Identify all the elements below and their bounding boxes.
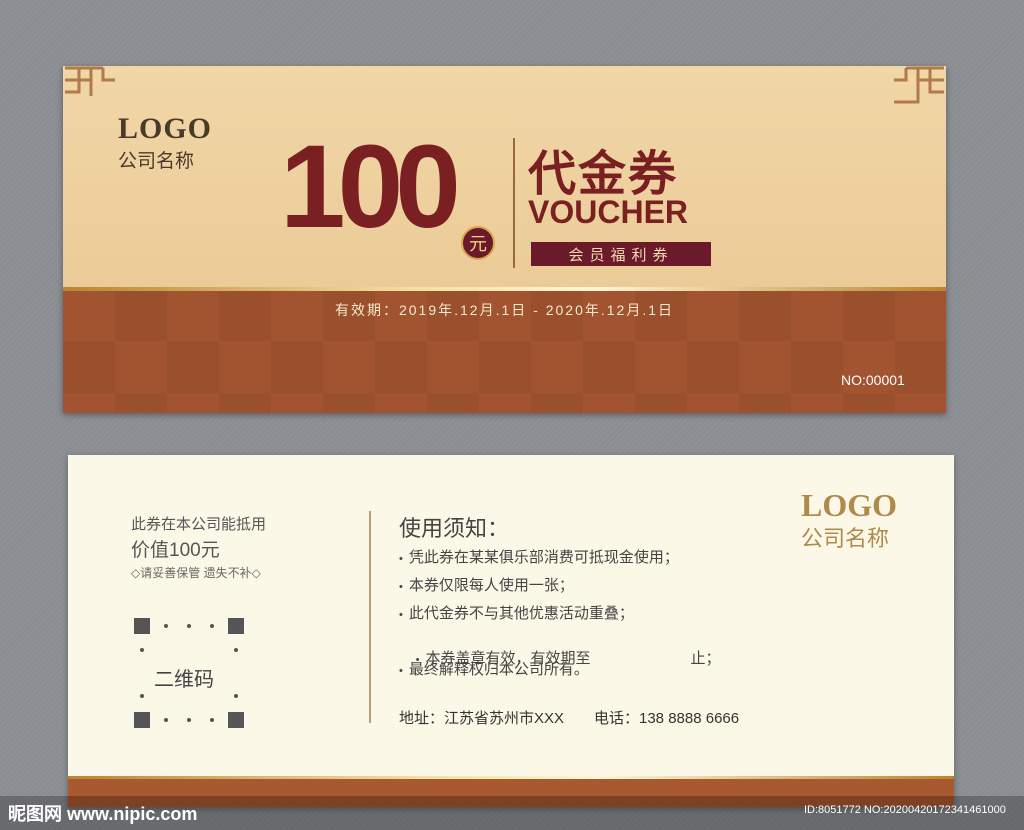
voucher-amount: 100 (280, 121, 461, 253)
qr-dot-icon (234, 694, 238, 698)
notice-item: • 最终解释权归本公司所有。 (399, 661, 589, 678)
qr-corner-icon (134, 618, 150, 634)
watermark-id: ID:8051772 NO:20200420172341461000 (804, 804, 1006, 816)
voucher-title-en: VOUCHER (528, 194, 689, 230)
bullet-icon: • (399, 553, 403, 565)
back-company-name: 公司名称 (801, 526, 890, 551)
member-label: 会员福利券 (531, 242, 711, 266)
qr-corner-icon (228, 618, 244, 634)
bullet-icon: • (399, 665, 403, 677)
corner-ornament-right-icon (890, 66, 946, 106)
qr-dot-icon (187, 718, 191, 722)
qr-dot-icon (164, 718, 168, 722)
qr-dot-icon (210, 624, 214, 628)
address: 地址：江苏省苏州市XXX (399, 710, 565, 727)
validity-period: 有效期：2019年.12月.1日 - 2020年.12月.1日 (334, 302, 674, 318)
usage-line: 此券在本公司能抵用 (131, 516, 267, 533)
qr-label: 二维码 (154, 669, 214, 691)
currency-badge: 元 (461, 226, 495, 260)
value-line: 价值100元 (131, 540, 220, 561)
front-logo: LOGO (118, 112, 213, 145)
notice-title: 使用须知： (399, 516, 510, 541)
serial-number: NO:00001 (841, 372, 905, 388)
bullet-icon: • (399, 609, 403, 621)
notice-item: • 本券仅限每人使用一张； (399, 577, 574, 594)
qr-corner-icon (134, 712, 150, 728)
bullet-icon: • (399, 581, 403, 593)
qr-corner-icon (228, 712, 244, 728)
phone: 电话：138 8888 6666 (594, 710, 740, 727)
notice-item: • 凭此券在某某俱乐部消费可抵现金使用； (399, 549, 679, 566)
qr-dot-icon (210, 718, 214, 722)
title-divider (513, 138, 515, 268)
qr-dot-icon (234, 648, 238, 652)
qr-dot-icon (187, 624, 191, 628)
voucher-front: LOGO 公司名称 100 元 代金券 VOUCHER 会员福利券 有效期：20… (63, 66, 946, 413)
keep-safe-note: ◇请妥善保管 遗失不补◇ (131, 566, 261, 580)
watermark-site: 昵图网 www.nipic.com (8, 804, 198, 824)
gold-stripe (63, 287, 946, 291)
front-company-name: 公司名称 (118, 151, 195, 172)
notice-item: • 此代金券不与其他优惠活动重叠； (399, 605, 634, 622)
front-top-panel (63, 66, 946, 289)
qr-dot-icon (164, 624, 168, 628)
corner-ornament-left-icon (63, 66, 119, 106)
voucher-back: 此券在本公司能抵用 价值100元 ◇请妥善保管 遗失不补◇ 二维码 使用须知： … (68, 455, 954, 807)
back-logo: LOGO (801, 487, 898, 523)
qr-dot-icon (140, 694, 144, 698)
back-divider (369, 511, 371, 723)
qr-dot-icon (140, 648, 144, 652)
